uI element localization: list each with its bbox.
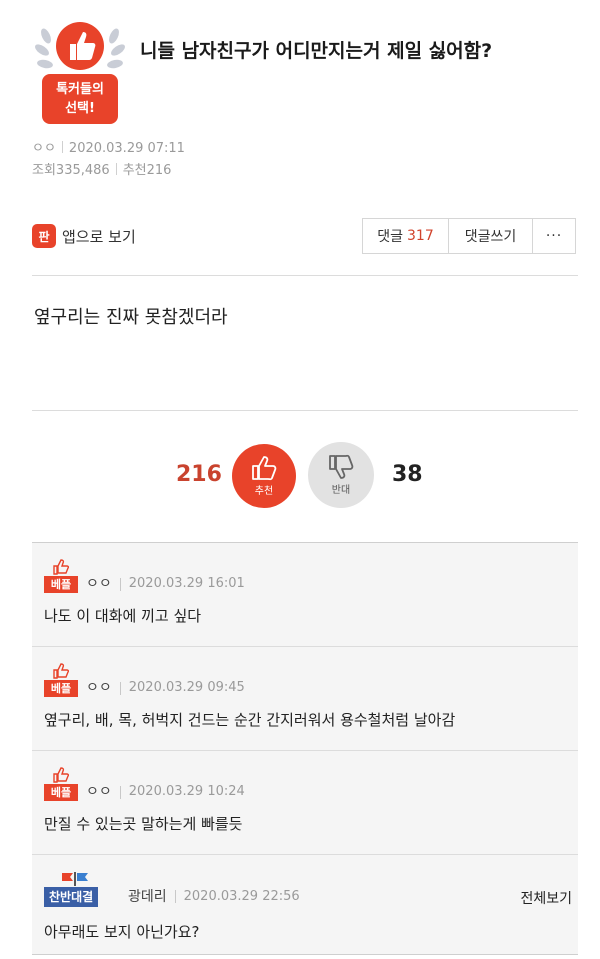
best-tag: 베플 <box>44 576 78 593</box>
views-count: 335,486 <box>55 163 110 178</box>
comment-header: 베플 ㅇㅇ 2020.03.29 10:24 <box>44 767 245 801</box>
comment-date: 2020.03.29 16:01 <box>128 576 245 591</box>
badge-line2: 선택! <box>65 101 95 116</box>
downvote-button[interactable]: 반대 <box>308 442 374 508</box>
comment-button-group: 댓글 317 댓글쓰기 ··· <box>362 218 576 254</box>
recommend-count: 216 <box>146 163 172 178</box>
comment-author[interactable]: ㅇㅇ <box>86 783 112 801</box>
post-meta: ㅇㅇ 2020.03.29 07:11 조회335,486 추천216 <box>32 138 185 182</box>
best-comment-badge: 베플 <box>44 559 78 593</box>
badge-line1: 톡커들의 <box>56 82 104 97</box>
post-title: 니들 남자친구가 어디만지는거 제일 싫어함? <box>140 40 493 62</box>
action-row: 판 앱으로 보기 댓글 317 댓글쓰기 ··· <box>32 218 576 254</box>
comment-text: 나도 이 대화에 끼고 싶다 <box>44 607 202 625</box>
comment-item: 베플 ㅇㅇ 2020.03.29 16:01 나도 이 대화에 끼고 싶다 <box>32 543 578 647</box>
debate-comment-item: 찬반대결 광데리 2020.03.29 22:56 전체보기 아무래도 보지 아… <box>32 855 578 955</box>
comment-date: 2020.03.29 09:45 <box>128 680 245 695</box>
view-all-link[interactable]: 전체보기 <box>520 888 572 908</box>
more-options-button[interactable]: ··· <box>533 219 575 253</box>
best-comment-badge: 베플 <box>44 767 78 801</box>
divider <box>61 141 63 153</box>
comment-author[interactable]: 광데리 <box>128 888 167 906</box>
best-comments-list: 베플 ㅇㅇ 2020.03.29 16:01 나도 이 대화에 끼고 싶다 베플… <box>32 542 578 955</box>
downvote-count: 38 <box>392 462 423 487</box>
comment-header: 베플 ㅇㅇ 2020.03.29 09:45 <box>44 663 245 697</box>
upvote-button[interactable]: 추천 <box>232 444 296 508</box>
thumbs-up-icon <box>53 767 69 783</box>
comments-count: 317 <box>407 228 434 244</box>
divider <box>115 163 117 175</box>
comment-text: 아무래도 보지 아닌가요? <box>44 923 200 941</box>
best-tag: 베플 <box>44 784 78 801</box>
comment-date: 2020.03.29 22:56 <box>183 889 300 904</box>
divider <box>119 578 121 591</box>
comment-header: 베플 ㅇㅇ 2020.03.29 16:01 <box>44 559 245 593</box>
comment-author[interactable]: ㅇㅇ <box>86 575 112 593</box>
divider <box>32 410 578 411</box>
divider <box>174 889 176 903</box>
post-author[interactable]: ㅇㅇ <box>32 141 56 156</box>
open-in-app-link[interactable]: 판 앱으로 보기 <box>32 224 136 248</box>
recommend-label: 추천 <box>122 163 147 178</box>
divider <box>32 275 578 276</box>
comment-date: 2020.03.29 10:24 <box>128 784 245 799</box>
divider <box>119 682 121 695</box>
toker-choice-badge: 톡커들의 선택! <box>32 14 128 126</box>
thumbs-up-icon <box>53 663 69 679</box>
comment-header: 광데리 2020.03.29 22:56 <box>128 887 300 907</box>
comment-author[interactable]: ㅇㅇ <box>86 679 112 697</box>
post-header: 톡커들의 선택! 니들 남자친구가 어디만지는거 제일 싫어함? <box>32 14 572 134</box>
comment-item: 베플 ㅇㅇ 2020.03.29 09:45 옆구리, 배, 목, 허벅지 건드… <box>32 647 578 751</box>
comment-text: 만질 수 있는곳 말하는게 빠를듯 <box>44 815 243 833</box>
views-label: 조회 <box>32 163 56 178</box>
badge-label: 톡커들의 선택! <box>42 74 118 124</box>
thumbs-up-icon <box>252 456 277 481</box>
debate-flags-icon <box>62 872 88 886</box>
comments-label: 댓글 <box>377 229 404 245</box>
best-comment-badge: 베플 <box>44 663 78 697</box>
downvote-label: 반대 <box>331 485 351 496</box>
best-tag: 베플 <box>44 680 78 697</box>
post-date: 2020.03.29 07:11 <box>68 141 185 156</box>
upvote-label: 추천 <box>254 486 274 497</box>
thumbs-down-icon <box>329 454 354 479</box>
open-in-app-label: 앱으로 보기 <box>62 227 136 246</box>
pann-app-icon: 판 <box>32 224 56 248</box>
thumbs-up-icon <box>53 559 69 575</box>
write-comment-button[interactable]: 댓글쓰기 <box>449 219 533 253</box>
post-body: 옆구리는 진짜 못참겠더라 <box>34 307 228 328</box>
comment-text: 옆구리, 배, 목, 허벅지 건드는 순간 간지러워서 용수철처럼 날아감 <box>44 711 456 729</box>
comments-button[interactable]: 댓글 317 <box>363 219 449 253</box>
upvote-count: 216 <box>176 462 222 487</box>
divider <box>119 786 121 799</box>
comment-item: 베플 ㅇㅇ 2020.03.29 10:24 만질 수 있는곳 말하는게 빠를듯 <box>32 751 578 855</box>
debate-tag: 찬반대결 <box>44 887 99 907</box>
vote-section: 216 추천 반대 38 <box>0 438 600 514</box>
